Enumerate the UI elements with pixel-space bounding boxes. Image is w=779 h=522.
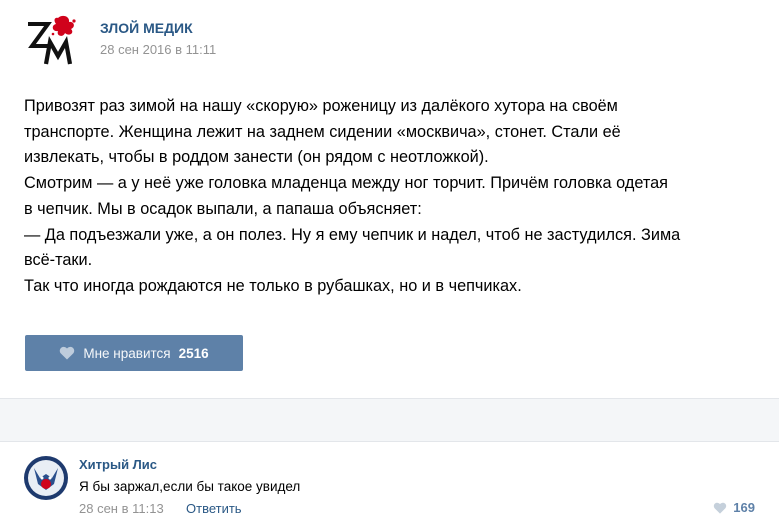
reply-button[interactable]: Ответить [186, 501, 242, 516]
post-text-line: — Да подъезжали уже, а он полез. Ну я ем… [24, 225, 681, 244]
comment-like-count: 169 [733, 500, 755, 515]
post-author[interactable]: ЗЛОЙ МЕДИК [100, 20, 193, 36]
group-logo[interactable] [24, 12, 80, 68]
post-text-line: в чепчик. Мы в осадок выпали, а папаша о… [24, 199, 422, 218]
post-text-line: Так что иногда рождаются не только в руб… [24, 276, 522, 295]
post-text-line: извлекать, чтобы в роддом занести (он ря… [24, 148, 489, 167]
post-text-line: Привозят раз зимой на нашу «скорую» роже… [24, 97, 618, 115]
comment-text: Я бы заржал,если бы такое увидел [79, 479, 301, 494]
fox-avatar[interactable] [24, 456, 68, 500]
comment: Хитрый Лис Я бы заржал,если бы такое уви… [0, 442, 779, 522]
like-count: 2516 [178, 345, 209, 361]
comment-like-button[interactable]: 169 [713, 500, 755, 515]
post-text-line: Смотрим — а у неё уже головка младенца м… [24, 174, 668, 193]
post-text-line: всё-таки. [24, 251, 93, 270]
post: ЗЛОЙ МЕДИК 28 сен 2016 в 11:11 Привозят … [0, 0, 779, 398]
like-button[interactable]: Мне нравится 2516 [25, 335, 243, 371]
heart-icon [714, 502, 727, 514]
heart-icon [60, 346, 75, 360]
comment-date[interactable]: 28 сен в 11:13 [79, 501, 164, 516]
comment-author[interactable]: Хитрый Лис [79, 457, 157, 472]
divider [0, 398, 779, 442]
post-text: Привозят раз зимой на нашу «скорую» роже… [24, 94, 764, 300]
post-text-line: транспорте. Женщина лежит на заднем сиде… [24, 122, 621, 141]
post-date[interactable]: 28 сен 2016 в 11:11 [100, 42, 216, 57]
like-label: Мне нравится [83, 345, 171, 361]
